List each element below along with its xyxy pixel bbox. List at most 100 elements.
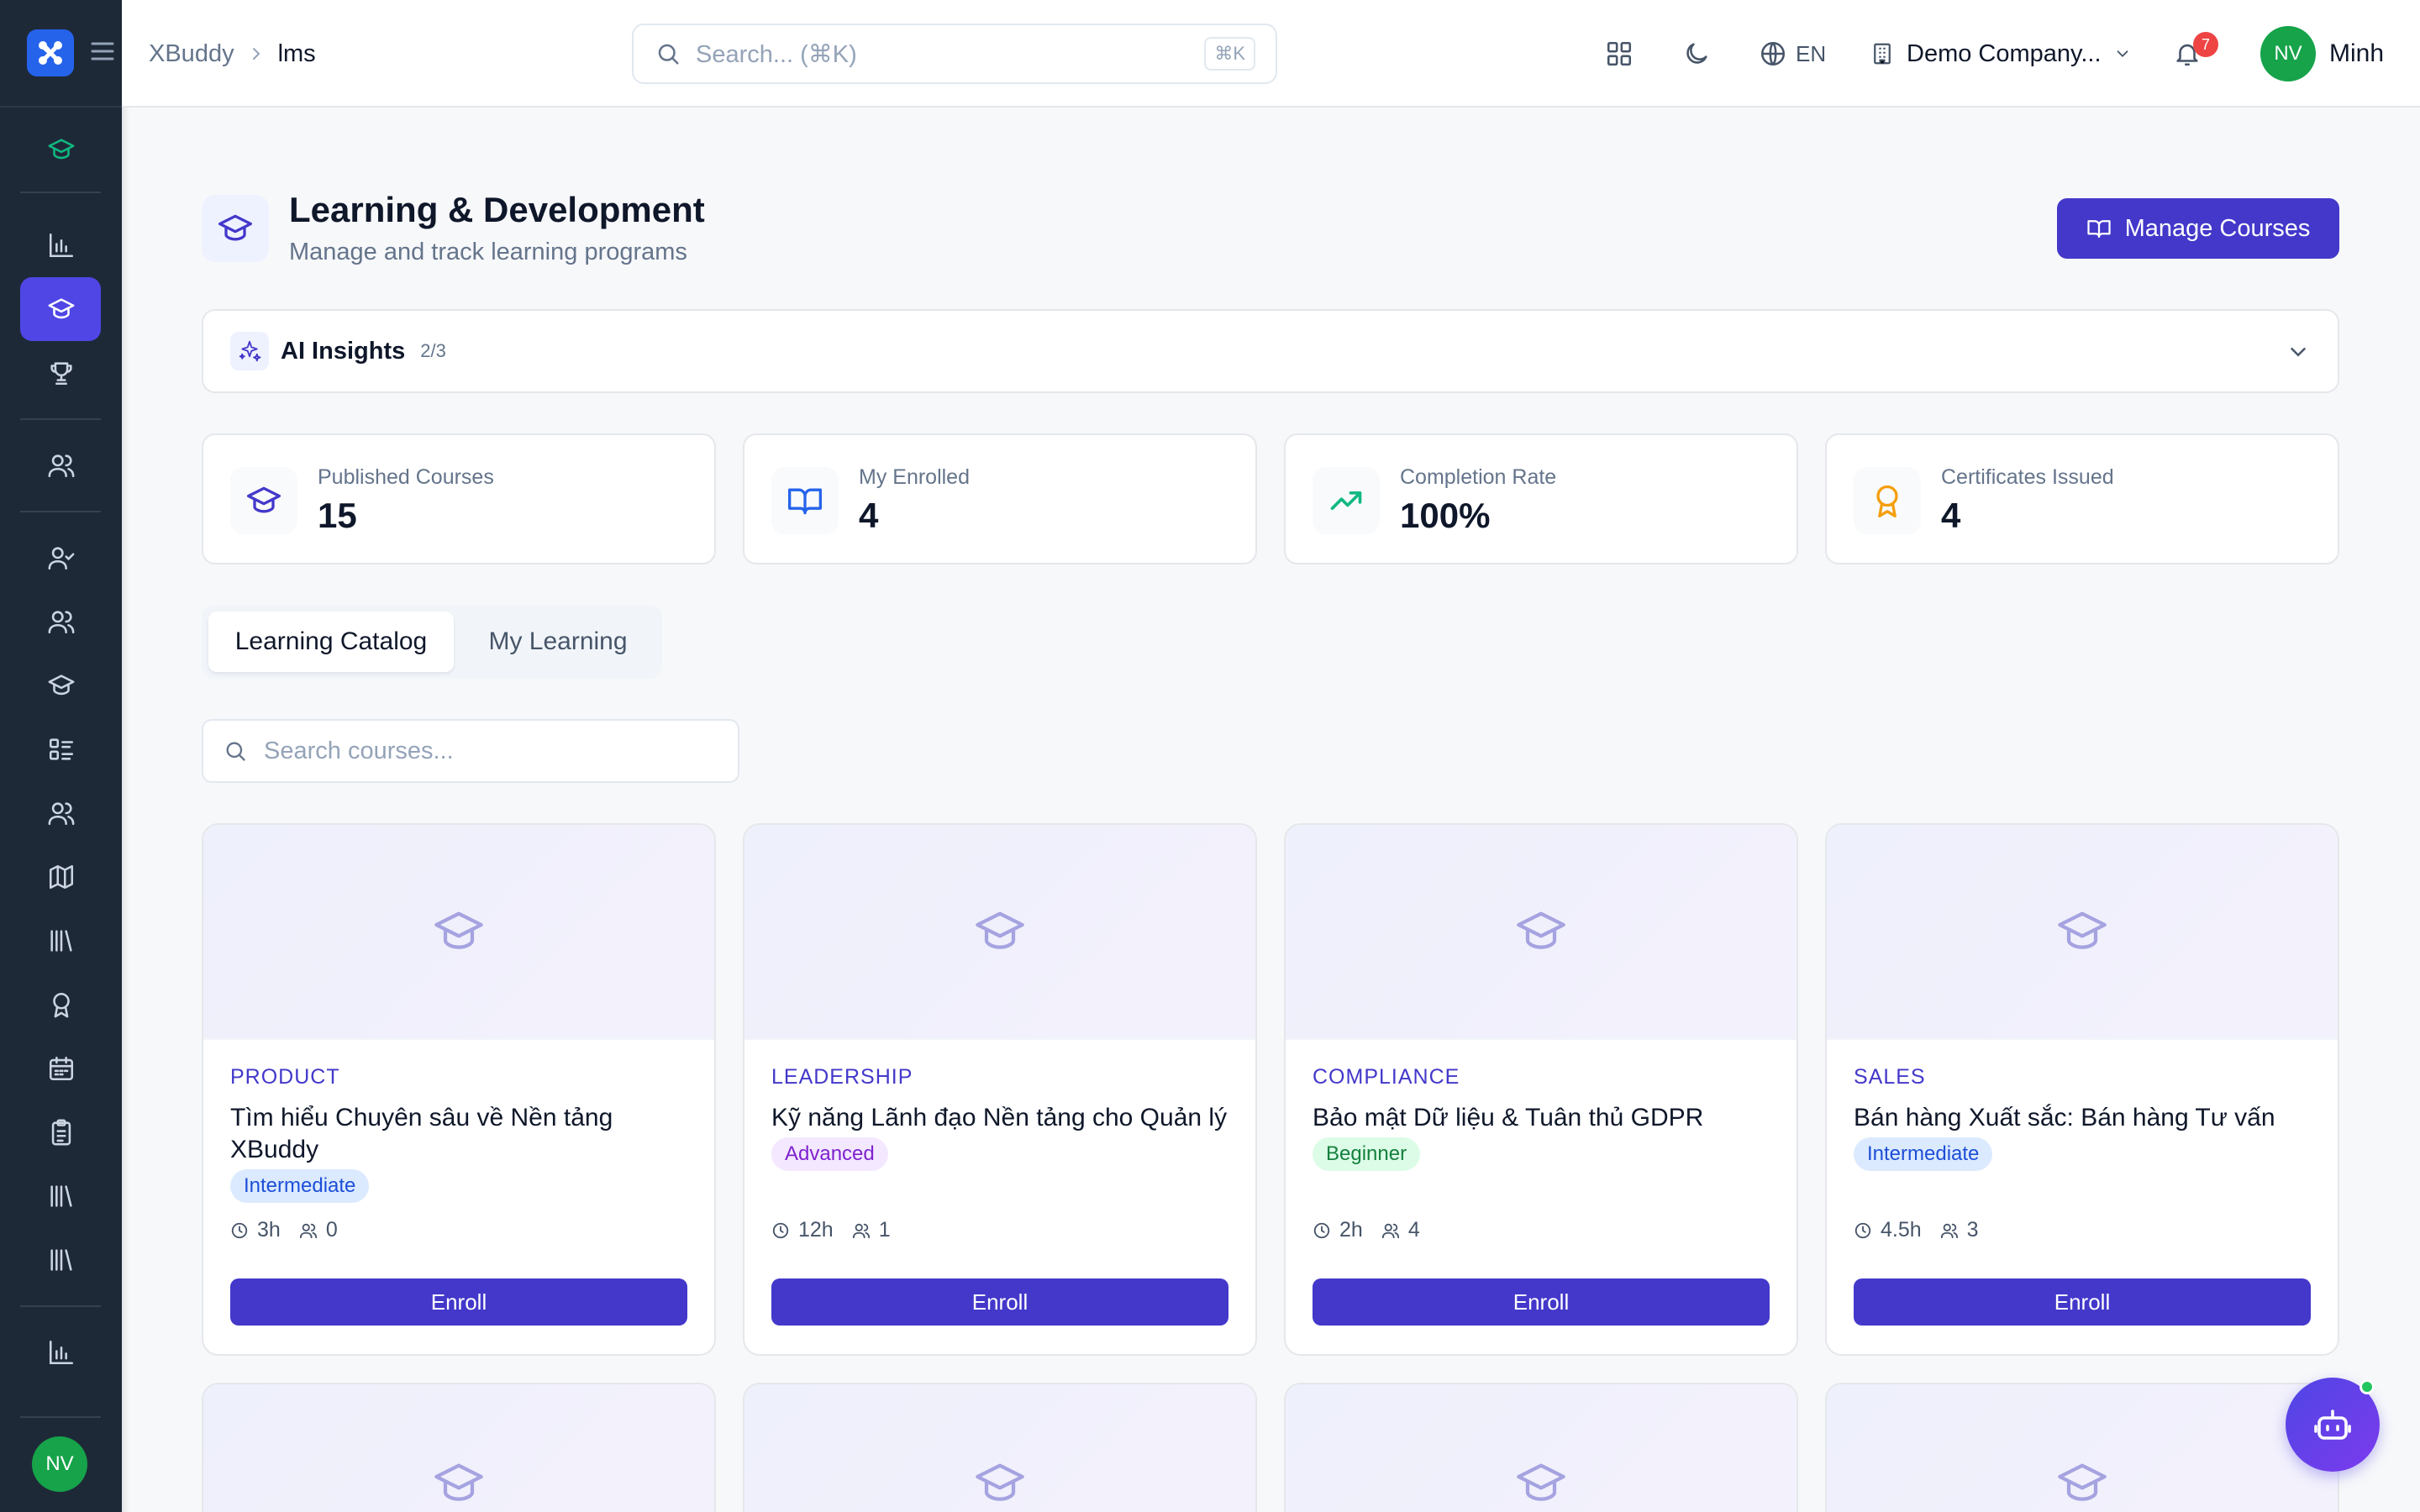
user-check-icon xyxy=(48,547,74,570)
course-thumbnail xyxy=(1286,1384,1797,1512)
course-card[interactable] xyxy=(1825,1383,2339,1512)
app-logo[interactable] xyxy=(27,29,74,76)
list-checks-icon xyxy=(49,738,73,760)
stat-card-certificates: Certificates Issued 4 xyxy=(1825,433,2339,564)
trophy-icon xyxy=(50,362,72,386)
sidebar-item-reports[interactable] xyxy=(0,1320,122,1384)
level-badge: Intermediate xyxy=(1854,1137,1993,1171)
stat-value: 4 xyxy=(1941,496,1961,535)
view-tabs: Learning Catalog My Learning xyxy=(202,605,662,679)
graduation-cap-icon xyxy=(48,675,74,696)
sidebar-item-groups[interactable] xyxy=(0,781,122,845)
sidebar-item-calendar[interactable] xyxy=(0,1037,122,1100)
course-card[interactable] xyxy=(1284,1383,1798,1512)
enroll-button[interactable]: Enroll xyxy=(230,1278,687,1326)
sidebar-avatar[interactable]: NV xyxy=(32,1436,87,1492)
library-icon xyxy=(50,930,72,952)
chevron-right-icon xyxy=(252,48,260,60)
ai-insights-panel[interactable]: AI Insights 2/3 xyxy=(202,309,2339,393)
course-card[interactable] xyxy=(743,1383,1257,1512)
course-meta: 4.5h 3 xyxy=(1854,1218,1979,1242)
course-thumbnail xyxy=(744,825,1255,1040)
course-duration: 4.5h xyxy=(1881,1218,1922,1242)
menu-toggle-icon[interactable] xyxy=(91,41,114,66)
course-meta: 12h 1 xyxy=(771,1218,891,1242)
library-icon xyxy=(50,1185,72,1207)
sidebar-divider xyxy=(20,192,101,193)
enroll-button[interactable]: Enroll xyxy=(1313,1278,1770,1326)
award-icon xyxy=(52,992,70,1018)
stat-label: My Enrolled xyxy=(859,465,970,489)
sidebar-item-team[interactable] xyxy=(0,433,122,497)
notification-count-badge: 7 xyxy=(2193,32,2218,57)
stat-card-enrolled: My Enrolled 4 xyxy=(743,433,1257,564)
sidebar-item-employees[interactable] xyxy=(0,590,122,654)
sidebar-item-certificates[interactable] xyxy=(0,973,122,1037)
global-search-input[interactable]: Search... (⌘K) ⌘K xyxy=(632,24,1277,84)
sidebar-item-attendance[interactable] xyxy=(0,526,122,590)
sidebar-item-achievements[interactable] xyxy=(0,341,122,405)
stat-label: Completion Rate xyxy=(1400,465,1557,489)
sidebar-item-lms-home[interactable] xyxy=(0,118,122,181)
enroll-button[interactable]: Enroll xyxy=(1854,1278,2311,1326)
course-title: Kỹ năng Lãnh đạo Nền tảng cho Quản lý xyxy=(771,1104,1228,1131)
sidebar-divider xyxy=(20,1416,101,1418)
graduation-cap-icon xyxy=(2058,911,2107,949)
course-learners: 1 xyxy=(878,1218,891,1242)
stat-card-completion: Completion Rate 100% xyxy=(1284,433,1798,564)
user-menu[interactable]: NV Minh xyxy=(2260,0,2384,108)
clock-icon xyxy=(1854,1222,1871,1238)
breadcrumb-root[interactable]: XBuddy xyxy=(149,40,234,68)
course-duration: 12h xyxy=(798,1218,834,1242)
course-card[interactable]: SALES Bán hàng Xuất sắc: Bán hàng Tư vấn… xyxy=(1825,823,2339,1356)
page-subtitle: Manage and track learning programs xyxy=(289,239,687,265)
sidebar-item-archive[interactable] xyxy=(0,1228,122,1292)
course-thumbnail xyxy=(1827,1384,2338,1512)
users-icon xyxy=(852,1223,870,1238)
sidebar-item-tasks[interactable] xyxy=(0,717,122,781)
sidebar-item-training[interactable] xyxy=(0,654,122,717)
chevron-down-icon xyxy=(2117,50,2128,58)
chevron-down-icon[interactable] xyxy=(2286,339,2311,365)
manage-courses-button[interactable]: Manage Courses xyxy=(2057,198,2339,259)
graduation-cap-icon xyxy=(434,1463,483,1501)
trending-up-icon xyxy=(1313,467,1380,534)
ai-insights-label: AI Insights xyxy=(281,337,406,365)
course-card[interactable] xyxy=(202,1383,716,1512)
theme-toggle-button[interactable] xyxy=(1673,30,1720,77)
course-title: Bảo mật Dữ liệu & Tuân thủ GDPR xyxy=(1313,1104,1704,1131)
graduation-cap-icon xyxy=(976,1463,1024,1501)
stat-value: 15 xyxy=(318,496,357,535)
globe-icon xyxy=(1760,41,1786,66)
search-icon xyxy=(226,742,245,761)
stat-label: Published Courses xyxy=(318,465,494,489)
grid-icon xyxy=(1607,41,1632,66)
users-icon xyxy=(48,611,74,634)
sidebar-item-learning[interactable] xyxy=(0,277,122,341)
sidebar-item-analytics[interactable] xyxy=(0,213,122,277)
sparkles-icon xyxy=(230,332,269,370)
tab-learning-catalog[interactable]: Learning Catalog xyxy=(208,612,454,672)
course-card[interactable]: LEADERSHIP Kỹ năng Lãnh đạo Nền tảng cho… xyxy=(743,823,1257,1356)
apps-grid-button[interactable] xyxy=(1596,30,1643,77)
course-title: Bán hàng Xuất sắc: Bán hàng Tư vấn xyxy=(1854,1104,2275,1131)
course-search-input[interactable]: Search courses... xyxy=(202,719,739,783)
company-selector[interactable]: Demo Company... xyxy=(1870,0,2132,108)
enroll-button[interactable]: Enroll xyxy=(771,1278,1228,1326)
building-icon xyxy=(1874,43,1891,65)
breadcrumb: XBuddy lms xyxy=(149,0,316,108)
users-icon xyxy=(1940,1223,1958,1238)
sidebar-item-resources[interactable] xyxy=(0,1164,122,1228)
graduation-cap-icon xyxy=(48,298,74,319)
sidebar-item-roadmap[interactable] xyxy=(0,845,122,909)
tab-my-learning[interactable]: My Learning xyxy=(460,612,655,672)
course-card[interactable]: COMPLIANCE Bảo mật Dữ liệu & Tuân thủ GD… xyxy=(1284,823,1798,1356)
sidebar-item-surveys[interactable] xyxy=(0,1100,122,1164)
level-badge: Advanced xyxy=(771,1137,888,1171)
course-duration: 2h xyxy=(1339,1218,1363,1242)
language-selector[interactable]: EN xyxy=(1759,0,1826,108)
course-card[interactable]: PRODUCT Tìm hiểu Chuyên sâu về Nền tảng … xyxy=(202,823,716,1356)
users-icon xyxy=(1381,1223,1399,1238)
sidebar-item-library[interactable] xyxy=(0,909,122,973)
stat-card-published: Published Courses 15 xyxy=(202,433,716,564)
